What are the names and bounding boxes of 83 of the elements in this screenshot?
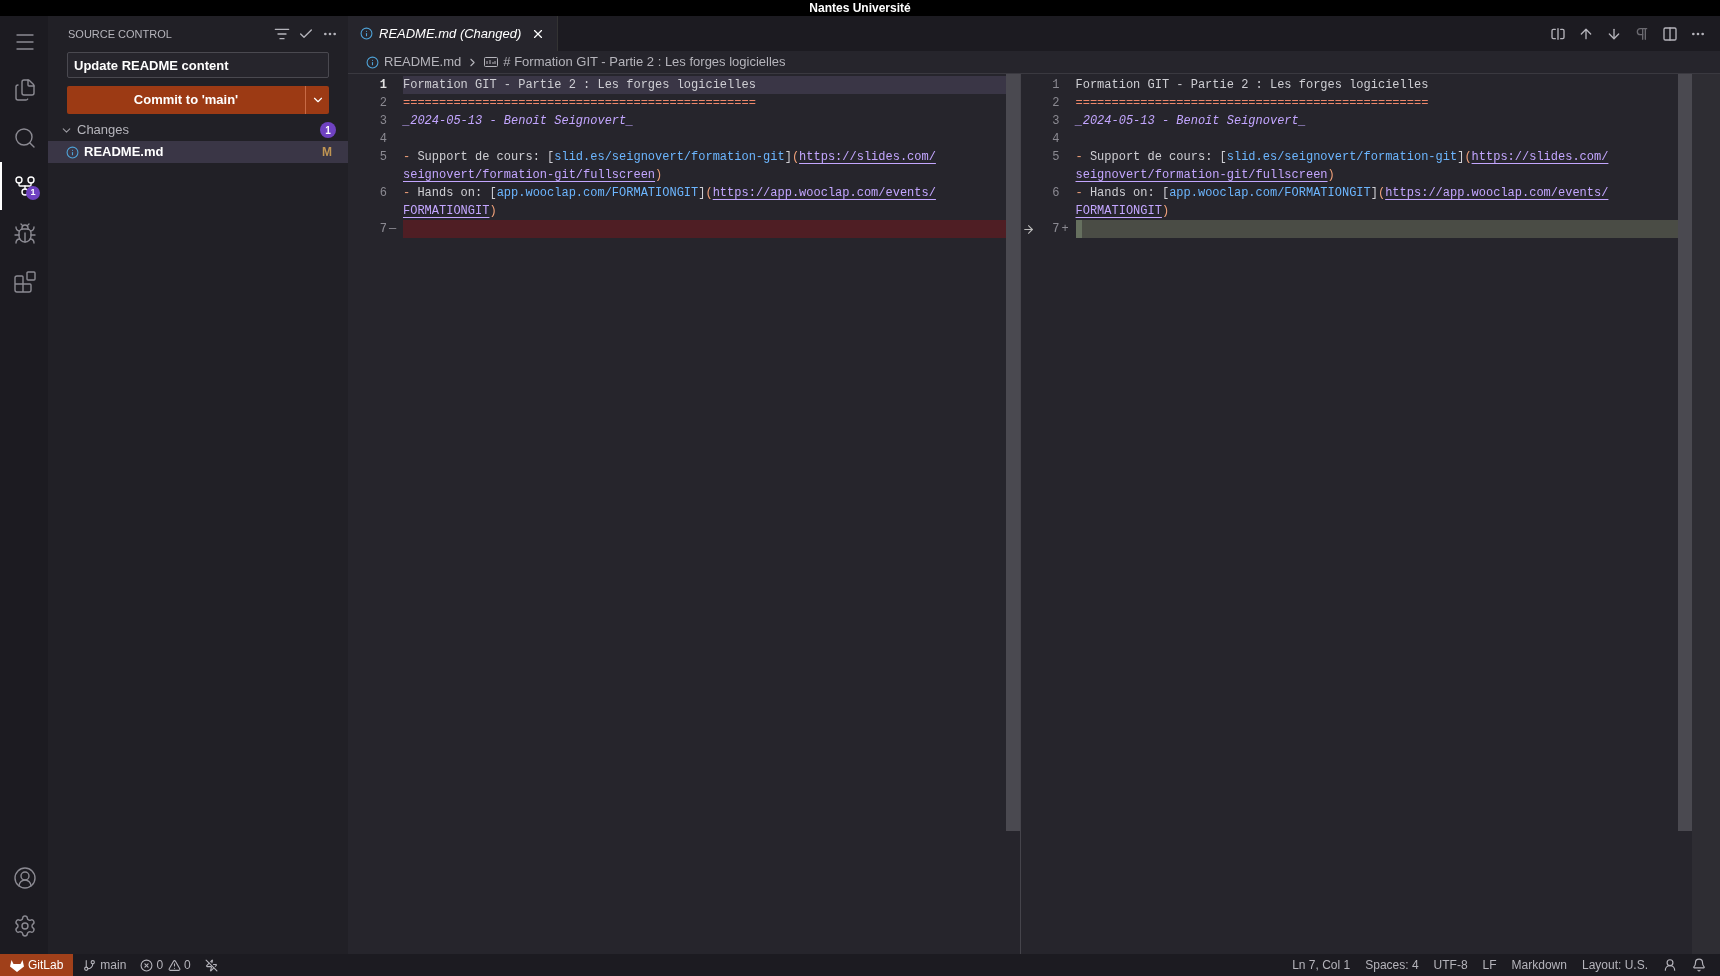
code-line: FORMATIONGIT) <box>1075 203 1171 220</box>
file-name: README.md <box>84 143 165 162</box>
window-title: Nantes Université <box>809 0 911 17</box>
code-line: ================================================= <box>1075 95 1430 112</box>
code-line: seignovert/formation-git/fullscreen) <box>1075 167 1336 184</box>
split-editor-icon[interactable] <box>1662 25 1678 42</box>
view-options-icon[interactable] <box>274 26 290 42</box>
change-marker: + <box>1061 222 1069 236</box>
status-item[interactable]: UTF-8 <box>1433 956 1468 974</box>
status-item[interactable]: LF <box>1482 956 1497 974</box>
branch-icon <box>83 958 97 972</box>
settings-icon <box>13 914 37 938</box>
whitespace-icon[interactable] <box>1634 25 1650 42</box>
debug-icon <box>13 222 37 246</box>
scrollbar[interactable] <box>1678 74 1692 831</box>
tab-label: README.md (Changed) <box>379 24 522 43</box>
search-icon <box>13 126 37 150</box>
code-line: ================================================= <box>403 95 757 112</box>
info-icon <box>366 55 379 69</box>
source-control-icon <box>13 174 37 198</box>
fox-icon <box>10 958 24 972</box>
line-number: 4 <box>1052 131 1060 148</box>
line-number: 7 <box>1052 221 1060 238</box>
remote-label: GitLab <box>28 957 64 974</box>
files-icon <box>13 78 37 102</box>
error-icon <box>140 958 154 972</box>
code-line: _2024-05-13 - Benoît Seignovert_ <box>403 113 635 130</box>
change-marker: — <box>389 222 397 236</box>
line-number: 5 <box>1052 149 1060 166</box>
file-status: M <box>322 144 332 161</box>
line-number: 1 <box>379 77 387 94</box>
warning-icon <box>168 958 182 972</box>
line-number: 6 <box>1052 185 1060 202</box>
status-item[interactable]: Layout: U.S. <box>1581 956 1648 974</box>
breadcrumb-item[interactable]: README.md <box>384 52 462 72</box>
code-line: - Hands on: [app.wooclap.com/FORMATIONGIT](https://app.wooclap.com/events/ <box>1075 185 1610 202</box>
code-line: _2024-05-13 - Benoît Seignovert_ <box>1075 113 1307 130</box>
branch-label: main <box>100 957 127 974</box>
breadcrumb-item[interactable]: # Formation GIT - Partie 2 : Les forges logicielles <box>503 52 786 72</box>
info-icon <box>360 27 373 40</box>
code-line: - Support de cours: [slid.es/seignovert/formation-git](https://slides.com/ <box>1075 149 1610 166</box>
account-icon <box>13 866 37 890</box>
count-badge: 1 <box>320 122 336 138</box>
commit-dropdown[interactable] <box>305 86 329 114</box>
slashed-bolt-icon[interactable] <box>204 958 218 972</box>
status-item[interactable]: Spaces: 4 <box>1365 956 1419 974</box>
bell-icon[interactable] <box>1692 958 1706 972</box>
code-line: - Hands on: [app.wooclap.com/FORMATIONGIT](https://app.wooclap.com/events/ <box>403 185 937 202</box>
warning-count: 0 <box>184 957 191 974</box>
count-badge: 1 <box>26 186 40 200</box>
line-number: 4 <box>379 131 387 148</box>
code-line: FORMATIONGIT) <box>403 203 498 220</box>
line-number: 2 <box>379 95 387 112</box>
line-number: 3 <box>1052 113 1060 130</box>
line-number: 2 <box>1052 95 1060 112</box>
changed-file[interactable]: README.md M <box>48 141 348 163</box>
branch-indicator[interactable]: main <box>81 956 129 974</box>
panel-title: SOURCE CONTROL <box>68 26 172 42</box>
line-number: 3 <box>379 113 387 130</box>
code-line: seignovert/formation-git/fullscreen) <box>403 167 664 184</box>
error-count: 0 <box>156 957 164 974</box>
revert-arrow-icon[interactable] <box>1022 222 1035 236</box>
inline-view-icon[interactable] <box>1550 25 1566 42</box>
problems-indicator[interactable]: 0 0 <box>140 956 191 974</box>
info-icon <box>66 145 79 159</box>
extensions-icon <box>13 270 37 294</box>
line-number: 1 <box>1052 77 1060 94</box>
remote-indicator[interactable]: GitLab <box>0 954 74 976</box>
editor-tab[interactable]: README.md (Changed) <box>348 16 559 51</box>
line-number: 5 <box>379 149 387 166</box>
line-number: 6 <box>379 185 387 202</box>
string-icon <box>484 57 499 67</box>
status-item[interactable]: Ln 7, Col 1 <box>1292 956 1351 974</box>
person-icon[interactable] <box>1663 958 1677 972</box>
commit-button[interactable]: Commit to 'main' <box>67 86 305 114</box>
code-line: - Support de cours: [slid.es/seignovert/formation-git](https://slides.com/ <box>403 149 937 166</box>
status-item[interactable]: Markdown <box>1511 956 1567 974</box>
changes-header[interactable]: Changes 1 <box>48 119 348 141</box>
commit-message-field[interactable]: Update README content <box>67 52 329 78</box>
section-label: Changes <box>77 121 131 140</box>
line-number: 7 <box>379 221 387 238</box>
scrollbar[interactable] <box>1005 74 1020 831</box>
code-line: Formation GIT - Partie 2 : Les forges logicielles <box>1075 77 1430 94</box>
